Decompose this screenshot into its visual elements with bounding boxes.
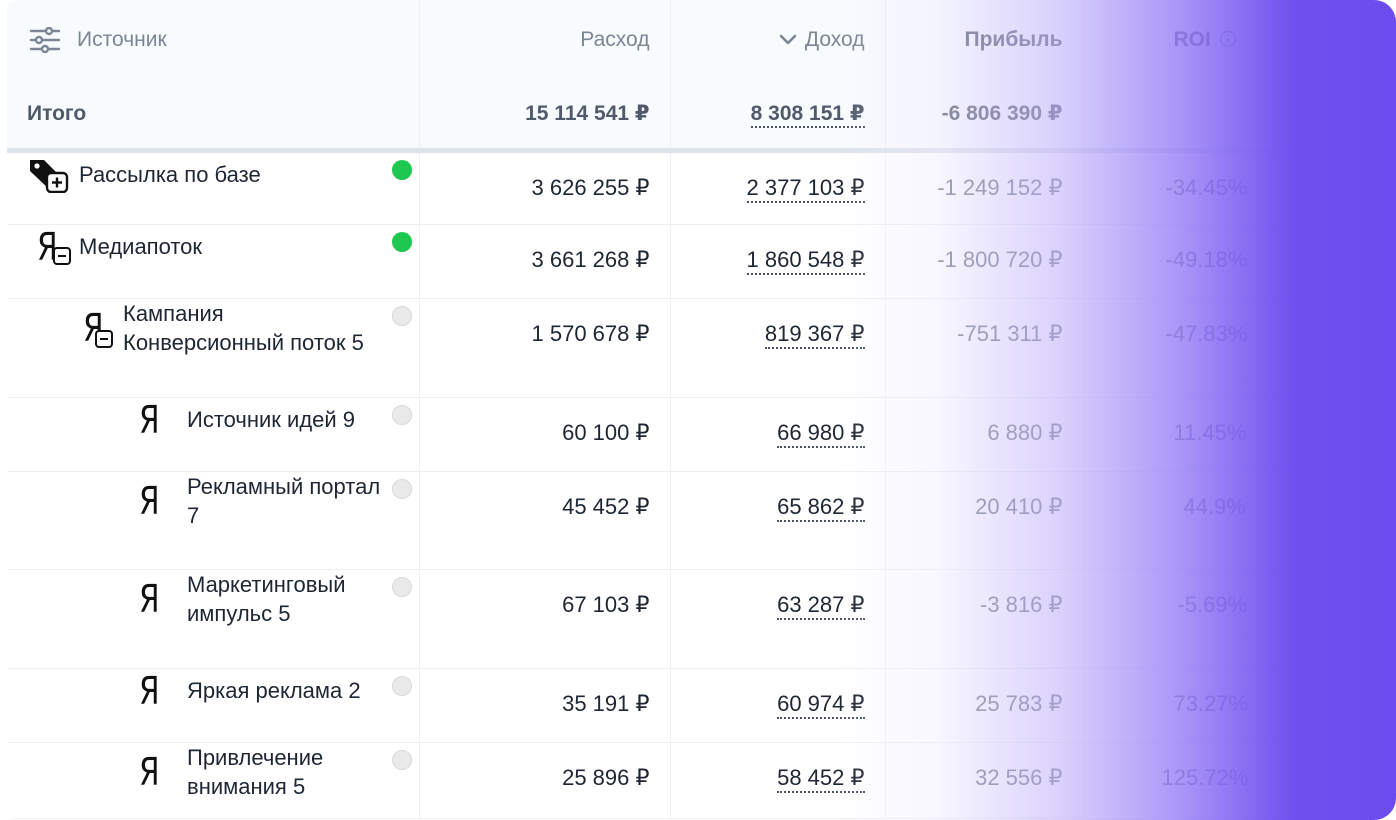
status-indicator-inactive[interactable] <box>391 749 412 770</box>
yandex-icon: Я <box>139 576 160 621</box>
source-cell: Я Яркая реклама 2 <box>7 668 420 743</box>
source-name[interactable]: Рекламный портал 7 <box>187 472 380 530</box>
roi-cell: 73.27% <box>1083 668 1389 743</box>
tag-plus-icon <box>27 153 79 197</box>
table-row[interactable]: Я Кампания Конверсионный поток 5 1 570 6… <box>7 298 1389 398</box>
table-row[interactable]: Я Привлечение внимания 5 25 896 ₽ 58 452… <box>7 742 1389 819</box>
table-row[interactable]: Я Медиапоток 3 661 268 ₽ 1 860 548 ₽ -1 … <box>7 224 1389 299</box>
totals-label: Итого <box>7 80 420 150</box>
profit-cell: -3 816 ₽ <box>885 569 1084 669</box>
profit-cell: 6 880 ₽ <box>885 397 1084 472</box>
header-expense[interactable]: Расход <box>419 0 671 80</box>
source-name[interactable]: Яркая реклама 2 <box>187 676 361 705</box>
income-cell[interactable]: 63 287 ₽ <box>670 569 886 669</box>
profit-cell: 20 410 ₽ <box>885 471 1084 570</box>
status-indicator-inactive[interactable] <box>391 675 412 696</box>
profit-cell: 32 556 ₽ <box>885 742 1084 819</box>
source-cell: Я Источник идей 9 <box>7 397 420 472</box>
header-profit[interactable]: Прибыль <box>885 0 1084 80</box>
roi-cell: -49.18% <box>1083 224 1389 299</box>
status-indicator-inactive[interactable] <box>391 576 412 597</box>
source-name[interactable]: Рассылка по базе <box>79 160 261 189</box>
roi-cell: 11.45% <box>1083 397 1389 472</box>
source-name[interactable]: Медиапоток <box>79 232 202 261</box>
table-header: Источник Расход Доход Прибыль ROI <box>7 0 1389 80</box>
roi-cell: 44.9% <box>1083 471 1389 570</box>
roi-cell: -47.83% <box>1083 298 1389 398</box>
income-cell[interactable]: 819 367 ₽ <box>670 298 886 398</box>
source-name[interactable]: Кампания Конверсионный поток 5 <box>123 299 364 357</box>
table-row[interactable]: Рассылка по базе 3 626 255 ₽ 2 377 103 ₽… <box>7 150 1389 225</box>
yandex-icon: Я <box>139 478 160 523</box>
source-name[interactable]: Привлечение внимания 5 <box>187 743 323 801</box>
profit-cell: -751 311 ₽ <box>885 298 1084 398</box>
roi-cell: -34.45% <box>1083 150 1389 225</box>
income-cell[interactable]: 60 974 ₽ <box>670 668 886 743</box>
status-indicator-inactive[interactable] <box>391 478 412 499</box>
header-source[interactable]: Источник <box>7 0 420 80</box>
expense-cell: 3 661 268 ₽ <box>419 224 671 299</box>
status-indicator-active[interactable] <box>391 159 412 180</box>
yandex-icon: Я <box>139 397 160 442</box>
roi-cell: -5.69% <box>1083 569 1389 669</box>
table-row[interactable]: Я Источник идей 9 60 100 ₽ 66 980 ₽ 6 88… <box>7 397 1389 472</box>
totals-income[interactable]: 8 308 151 ₽ <box>670 80 886 150</box>
totals-row: Итого 15 114 541 ₽ 8 308 151 ₽ -6 806 39… <box>7 80 1389 150</box>
roi-cell: 125.72% <box>1083 742 1389 819</box>
source-cell: Я Рекламный портал 7 <box>7 471 420 570</box>
profit-cell: -1 249 152 ₽ <box>885 150 1084 225</box>
table-row[interactable]: Я Маркетинговый импульс 5 67 103 ₽ 63 28… <box>7 569 1389 669</box>
header-income[interactable]: Доход <box>670 0 886 80</box>
income-cell[interactable]: 66 980 ₽ <box>670 397 886 472</box>
report-panel: Источник Расход Доход Прибыль ROI Итого … <box>0 0 1396 820</box>
totals-profit: -6 806 390 ₽ <box>885 80 1084 150</box>
status-indicator-inactive[interactable] <box>391 404 412 425</box>
sources-table: Источник Расход Доход Прибыль ROI Итого … <box>7 0 1389 819</box>
totals-expense: 15 114 541 ₽ <box>419 80 671 150</box>
header-source-label: Источник <box>77 28 167 51</box>
income-cell[interactable]: 65 862 ₽ <box>670 471 886 570</box>
settings-sliders-icon[interactable] <box>29 27 61 53</box>
profit-cell: -1 800 720 ₽ <box>885 224 1084 299</box>
status-indicator-inactive[interactable] <box>391 305 412 326</box>
source-name[interactable]: Источник идей 9 <box>187 405 355 434</box>
source-name[interactable]: Маркетинговый импульс 5 <box>187 570 346 628</box>
expense-cell: 1 570 678 ₽ <box>419 298 671 398</box>
yandex-icon: Я <box>139 749 160 794</box>
totals-roi <box>1083 80 1389 150</box>
source-cell: Я Маркетинговый импульс 5 <box>7 569 420 669</box>
expense-cell: 3 626 255 ₽ <box>419 150 671 225</box>
expense-cell: 60 100 ₽ <box>419 397 671 472</box>
chevron-down-icon[interactable] <box>779 34 797 46</box>
table-row[interactable]: Я Яркая реклама 2 35 191 ₽ 60 974 ₽ 25 7… <box>7 668 1389 743</box>
header-roi[interactable]: ROI <box>1083 0 1389 80</box>
income-cell[interactable]: 2 377 103 ₽ <box>670 150 886 225</box>
yandex-collapse-icon[interactable]: Я <box>27 225 79 269</box>
source-cell: Я Медиапоток <box>7 224 420 299</box>
income-cell[interactable]: 1 860 548 ₽ <box>670 224 886 299</box>
profit-cell: 25 783 ₽ <box>885 668 1084 743</box>
source-cell: Я Кампания Конверсионный поток 5 <box>7 298 420 398</box>
status-indicator-active[interactable] <box>391 231 412 252</box>
source-cell: Рассылка по базе <box>7 150 420 225</box>
expense-cell: 35 191 ₽ <box>419 668 671 743</box>
source-cell: Я Привлечение внимания 5 <box>7 742 420 819</box>
expense-cell: 45 452 ₽ <box>419 471 671 570</box>
expense-cell: 25 896 ₽ <box>419 742 671 819</box>
yandex-icon: Я <box>139 668 160 713</box>
expense-cell: 67 103 ₽ <box>419 569 671 669</box>
table-row[interactable]: Я Рекламный портал 7 45 452 ₽ 65 862 ₽ 2… <box>7 471 1389 570</box>
income-cell[interactable]: 58 452 ₽ <box>670 742 886 819</box>
yandex-collapse-icon[interactable]: Я <box>79 306 123 350</box>
info-icon[interactable] <box>1219 30 1237 48</box>
